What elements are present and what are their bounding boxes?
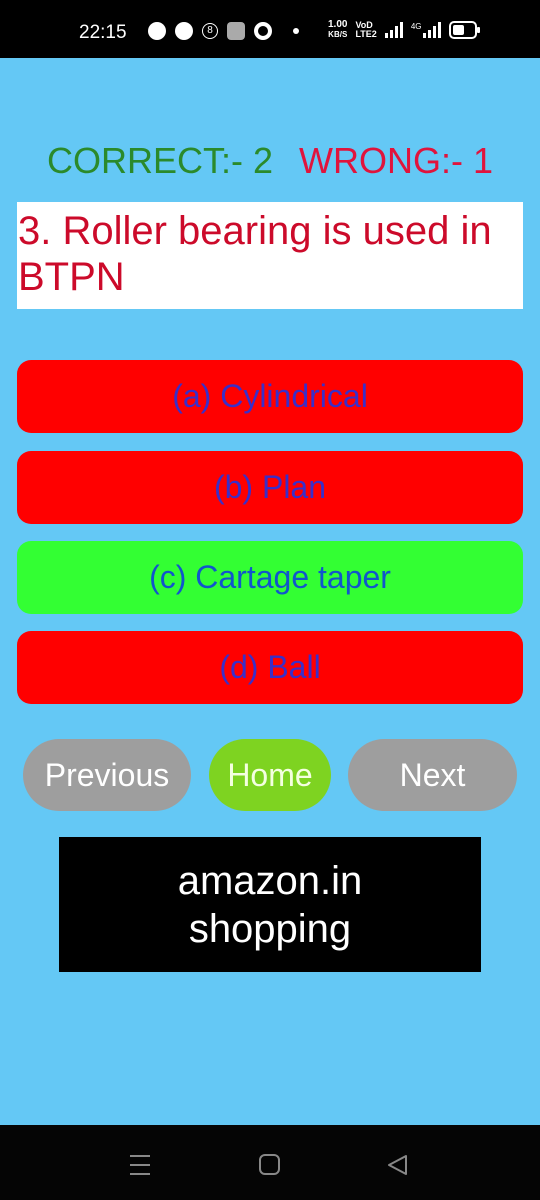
messenger-icon bbox=[148, 22, 166, 40]
home-button[interactable]: Home bbox=[209, 739, 331, 811]
score-display: CORRECT:- 2 WRONG:- 1 bbox=[0, 140, 540, 182]
notification-8-icon: 8 bbox=[202, 23, 218, 39]
question-text: 3. Roller bearing is used in BTPN bbox=[17, 202, 523, 309]
speed-value: 1.00 bbox=[328, 19, 348, 30]
ad-banner[interactable]: amazon.in shopping bbox=[59, 837, 481, 972]
option-d-button[interactable]: (d) Ball bbox=[17, 631, 523, 704]
notification-icons: 8 bbox=[148, 22, 311, 40]
option-label: (c) Cartage taper bbox=[149, 559, 391, 595]
volte-icon: VoD LTE2 bbox=[355, 21, 376, 39]
option-label: (a) Cylindrical bbox=[172, 378, 368, 414]
network-type: 4G bbox=[410, 22, 422, 31]
signal-2-icon: 4G bbox=[411, 22, 442, 38]
next-button[interactable]: Next bbox=[348, 739, 517, 811]
previous-button[interactable]: Previous bbox=[23, 739, 191, 811]
system-indicators: 1.00 KB/S VoD LTE2 4G bbox=[328, 20, 481, 40]
circle-app-icon bbox=[254, 22, 272, 40]
speed-unit: KB/S bbox=[328, 30, 348, 39]
app-icon bbox=[175, 22, 193, 40]
settings-icon bbox=[227, 22, 245, 40]
option-b-button[interactable]: (b) Plan bbox=[17, 451, 523, 524]
recent-apps-icon[interactable] bbox=[128, 1153, 152, 1177]
ad-line-1: amazon.in bbox=[177, 858, 363, 903]
status-bar: 22:15 8 1.00 KB/S VoD LTE2 4G bbox=[0, 0, 540, 58]
network-speed: 1.00 KB/S bbox=[328, 20, 347, 40]
more-notifications-dot-icon bbox=[293, 28, 299, 34]
home-nav-icon[interactable] bbox=[258, 1153, 282, 1177]
volte-bottom: LTE2 bbox=[355, 29, 377, 39]
system-navigation-bar bbox=[0, 1125, 540, 1200]
correct-count: CORRECT:- 2 bbox=[46, 140, 274, 181]
ad-line-2: shopping bbox=[188, 906, 352, 951]
clock: 22:15 bbox=[79, 22, 127, 43]
battery-icon bbox=[449, 21, 481, 39]
wrong-count: WRONG:- 1 bbox=[299, 140, 494, 181]
option-label: (b) Plan bbox=[213, 469, 327, 505]
option-c-button[interactable]: (c) Cartage taper bbox=[17, 541, 523, 614]
signal-1-icon bbox=[384, 22, 403, 38]
back-icon[interactable] bbox=[386, 1153, 410, 1177]
option-a-button[interactable]: (a) Cylindrical bbox=[17, 360, 523, 433]
option-label: (d) Ball bbox=[219, 649, 321, 685]
